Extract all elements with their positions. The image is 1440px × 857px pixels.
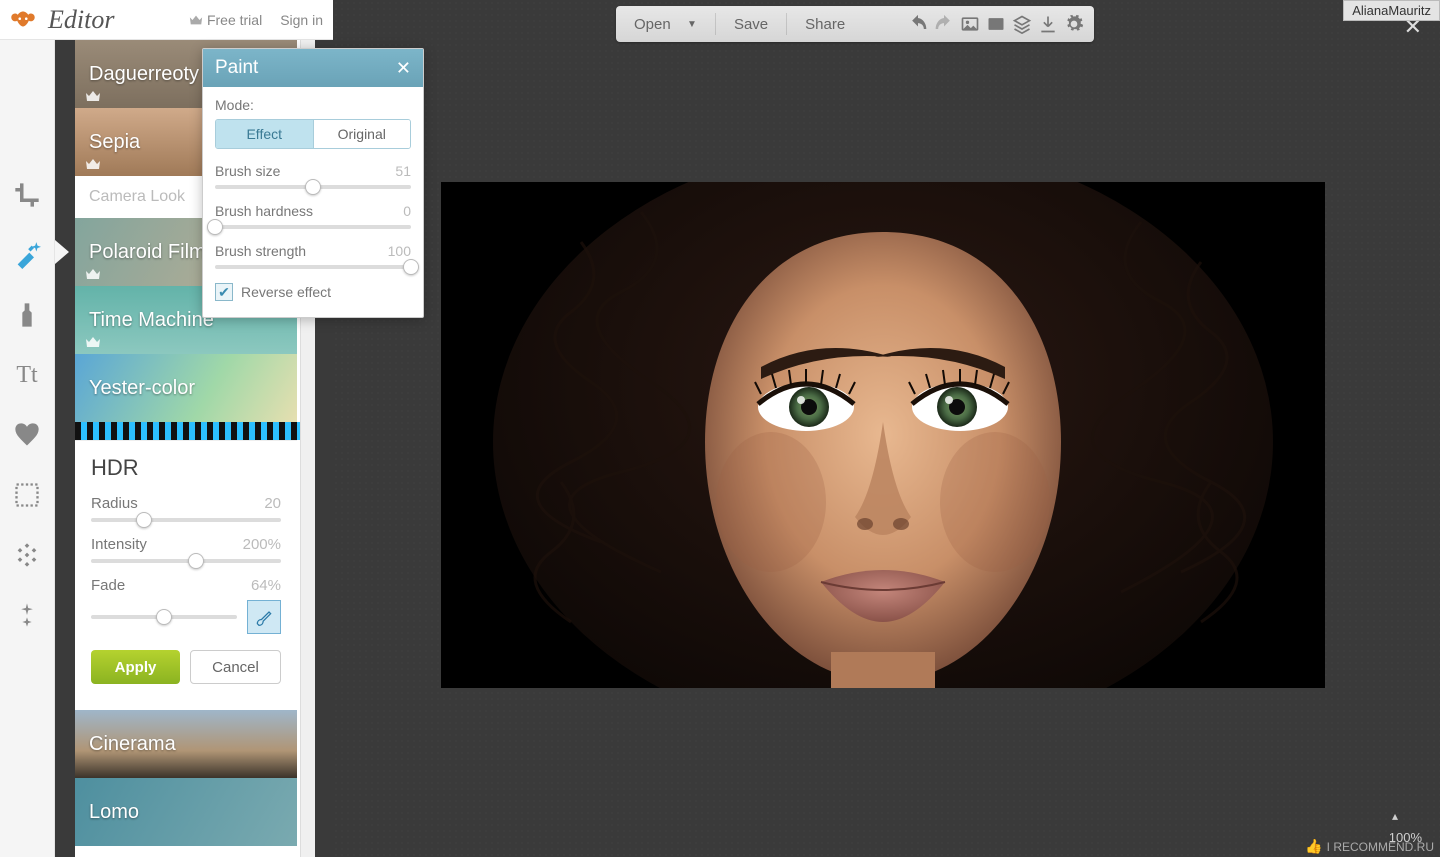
effects-icon[interactable]	[12, 240, 42, 270]
paint-panel: Paint ✕ Mode: Effect Original Brush size…	[202, 48, 424, 318]
effect-strip-decor	[75, 422, 315, 440]
hdr-radius-slider[interactable]	[91, 518, 281, 522]
text-icon[interactable]: Tt	[12, 360, 42, 390]
download-icon[interactable]	[1038, 14, 1058, 34]
touchup-icon[interactable]	[12, 300, 42, 330]
brush-hardness-slider[interactable]	[215, 225, 411, 229]
save-button[interactable]: Save	[726, 12, 776, 37]
undo-icon[interactable]	[908, 14, 928, 34]
effect-yester-color[interactable]: Yester-color	[75, 354, 297, 422]
hdr-title: HDR	[91, 455, 281, 481]
crown-icon	[85, 90, 101, 102]
hdr-intensity-label: Intensity	[91, 536, 147, 553]
textures-icon[interactable]	[12, 540, 42, 570]
canvas-toolbar: Open ▼ Save Share	[616, 6, 1094, 42]
paint-mode-label: Mode:	[215, 97, 411, 113]
selected-tool-arrow	[55, 240, 69, 264]
app-title: Editor	[48, 5, 179, 35]
share-button[interactable]: Share	[797, 12, 853, 37]
gear-icon[interactable]	[1064, 14, 1084, 34]
brush-strength-slider[interactable]	[215, 265, 411, 269]
checkbox-checked-icon: ✔	[215, 283, 233, 301]
cancel-button[interactable]: Cancel	[190, 650, 281, 684]
crop-icon[interactable]	[12, 180, 42, 210]
watermark-username: AlianaMauritz	[1343, 0, 1440, 21]
crown-icon	[85, 336, 101, 348]
close-icon[interactable]: ✕	[396, 58, 411, 79]
free-trial-link[interactable]: Free trial	[189, 12, 262, 28]
reverse-effect-label: Reverse effect	[241, 284, 331, 300]
brush-hardness-value: 0	[403, 203, 411, 219]
hdr-fade-label: Fade	[91, 577, 125, 594]
monkey-logo-icon	[10, 9, 36, 31]
hdr-radius-label: Radius	[91, 495, 138, 512]
image-after-icon[interactable]	[986, 14, 1006, 34]
canvas-area: Open ▼ Save Share	[333, 0, 1440, 857]
brush-size-slider[interactable]	[215, 185, 411, 189]
canvas-image[interactable]	[441, 182, 1325, 688]
layers-icon[interactable]	[1012, 14, 1032, 34]
frames-icon[interactable]	[12, 480, 42, 510]
paint-title: Paint	[215, 57, 258, 79]
header-left: Editor Free trial Sign in	[0, 0, 333, 40]
reverse-effect-checkbox[interactable]: ✔ Reverse effect	[215, 283, 411, 301]
crown-icon	[189, 14, 203, 26]
brush-strength-label: Brush strength	[215, 243, 306, 259]
hdr-intensity-slider[interactable]	[91, 559, 281, 563]
hdr-intensity-value: 200%	[243, 536, 281, 553]
open-button[interactable]: Open ▼	[626, 12, 705, 37]
brush-strength-value: 100	[388, 243, 411, 259]
left-toolbar: Tt	[0, 40, 55, 857]
apply-button[interactable]: Apply	[91, 650, 180, 684]
hdr-radius-value: 20	[264, 495, 281, 512]
mode-effect-button[interactable]: Effect	[216, 120, 313, 148]
chevron-down-icon: ▼	[687, 19, 697, 30]
hdr-fade-slider[interactable]	[91, 615, 237, 619]
crown-icon	[85, 268, 101, 280]
thumbs-up-icon: 👍	[1305, 838, 1322, 855]
watermark-site: 👍I RECOMMEND.RU	[1305, 838, 1434, 855]
paint-brush-button[interactable]	[247, 600, 281, 634]
hdr-panel: HDR Radius20 Intensity200% Fade64% Ap	[75, 440, 297, 700]
hdr-fade-value: 64%	[251, 577, 281, 594]
brush-icon	[254, 607, 274, 627]
effect-lomo[interactable]: Lomo	[75, 778, 297, 846]
mode-original-button[interactable]: Original	[313, 120, 411, 148]
image-before-icon[interactable]	[960, 14, 980, 34]
zoom-up-icon[interactable]: ▴	[1392, 809, 1398, 823]
themes-icon[interactable]	[12, 600, 42, 630]
brush-size-value: 51	[395, 163, 411, 179]
paint-mode-toggle: Effect Original	[215, 119, 411, 149]
crown-icon	[85, 158, 101, 170]
overlay-icon[interactable]	[12, 420, 42, 450]
sign-in-link[interactable]: Sign in	[280, 12, 323, 28]
brush-size-label: Brush size	[215, 163, 280, 179]
redo-icon[interactable]	[934, 14, 954, 34]
brush-hardness-label: Brush hardness	[215, 203, 313, 219]
effect-cinerama[interactable]: Cinerama	[75, 710, 297, 778]
